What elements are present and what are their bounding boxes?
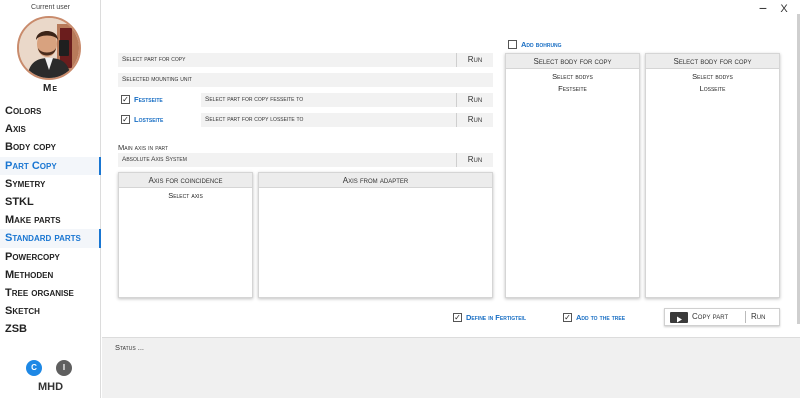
- brand-label: MHD: [37, 381, 64, 393]
- add-to-tree-checkbox[interactable]: ✓: [563, 313, 572, 322]
- user-name: Me: [43, 83, 58, 94]
- sidebar-item-symetry[interactable]: Symetry: [0, 175, 101, 193]
- sidebar-item-powercopy[interactable]: Powercopy: [0, 248, 101, 266]
- copy-part-button[interactable]: Copy part: [692, 309, 728, 325]
- checkmark-icon: ✓: [122, 115, 129, 124]
- checkmark-icon: ✓: [122, 95, 129, 104]
- select-axis-item[interactable]: Select axis: [119, 190, 252, 202]
- c-button[interactable]: C: [26, 360, 42, 376]
- status-bar: Status ...: [102, 337, 800, 398]
- sidebar-item-axis[interactable]: Axis: [0, 120, 101, 138]
- festseite-label: Festseite: [134, 95, 163, 104]
- sidebar-item-body-copy[interactable]: Body copy: [0, 138, 101, 156]
- checkmark-icon: ✓: [454, 313, 461, 322]
- i-button[interactable]: I: [56, 360, 72, 376]
- define-fertigteil-checkbox[interactable]: ✓: [453, 313, 462, 322]
- copy-part-group: Copy part Run: [664, 308, 780, 326]
- axis-coincidence-header: Axis for coincidence: [119, 173, 252, 188]
- sidebar-item-sketch[interactable]: Sketch: [0, 302, 101, 320]
- axis-system-run-button[interactable]: Run: [456, 153, 493, 167]
- festseite-field-text: Select part for copy fesseite to: [205, 96, 304, 103]
- bohrung-checkbox[interactable]: [508, 40, 517, 49]
- axis-adapter-panel[interactable]: Axis from adapter: [258, 172, 493, 298]
- body-losseite-panel[interactable]: Select body for copy Select bodys Lossei…: [645, 53, 780, 298]
- play-icon: [677, 316, 682, 323]
- sidebar-item-methoden[interactable]: Methoden: [0, 266, 101, 284]
- losseite-field-text: Select part for copy losseite to: [205, 116, 304, 123]
- sidebar-item-tree-organise[interactable]: Tree organise: [0, 284, 101, 302]
- sidebar-round-buttons: C I: [26, 360, 76, 378]
- losseite-label: Lostseite: [134, 115, 164, 124]
- festseite-run-button[interactable]: Run: [456, 93, 493, 107]
- close-button[interactable]: X: [778, 3, 790, 15]
- axis-system-row: Absolute Axis System Run: [118, 153, 493, 167]
- losseite-checkbox[interactable]: ✓: [121, 115, 130, 124]
- losseite-field[interactable]: Select part for copy losseite to Run: [201, 113, 493, 127]
- bohrung-label: Add bohrung: [521, 40, 562, 49]
- minimize-button[interactable]: −: [756, 0, 770, 16]
- select-part-label: Select part for copy: [122, 56, 186, 63]
- checkmark-icon: ✓: [564, 313, 571, 322]
- sidebar-nav: Colors Axis Body copy Part Copy Symetry …: [0, 102, 101, 338]
- axis-coincidence-panel[interactable]: Axis for coincidence Select axis: [118, 172, 253, 298]
- define-fertigteil-label: Define in Fertigteil: [466, 313, 526, 322]
- select-bodys-item[interactable]: Select bodys: [506, 71, 639, 83]
- user-photo: [19, 18, 79, 78]
- status-text: Status ...: [115, 343, 144, 352]
- sidebar-item-zsb[interactable]: ZSB: [0, 320, 101, 338]
- mounting-unit-label: Selected mounting unit: [122, 76, 192, 83]
- sidebar-item-standard-parts[interactable]: Standard parts: [0, 229, 101, 248]
- body-festseite-header: Select body for copy: [506, 54, 639, 69]
- festseite-field[interactable]: Select part for copy fesseite to Run: [201, 93, 493, 107]
- sidebar: Current user Me Colors Axis Body copy Pa…: [0, 0, 101, 398]
- separator: [745, 311, 746, 323]
- run-button[interactable]: Run: [751, 309, 765, 325]
- main-axis-label: Main axis in part: [118, 143, 169, 152]
- app-window: Current user Me Colors Axis Body copy Pa…: [0, 0, 800, 398]
- play-button[interactable]: [670, 312, 688, 323]
- select-part-row: Select part for copy Run: [118, 53, 493, 67]
- sidebar-item-colors[interactable]: Colors: [0, 102, 101, 120]
- axis-system-label: Absolute Axis System: [122, 156, 187, 163]
- body-festseite-panel[interactable]: Select body for copy Select bodys Festse…: [505, 53, 640, 298]
- festseite-item[interactable]: Festseite: [506, 83, 639, 95]
- body-losseite-header: Select body for copy: [646, 54, 779, 69]
- select-part-run-button[interactable]: Run: [456, 53, 493, 67]
- axis-adapter-header: Axis from adapter: [259, 173, 492, 188]
- sidebar-item-part-copy[interactable]: Part Copy: [0, 156, 101, 175]
- sidebar-item-make-parts[interactable]: Make parts: [0, 211, 101, 229]
- sidebar-item-stkl[interactable]: STKL: [0, 193, 101, 211]
- avatar[interactable]: [17, 16, 81, 80]
- current-user-label: Current user: [31, 4, 70, 11]
- losseite-item[interactable]: Losseite: [646, 83, 779, 95]
- festseite-checkbox[interactable]: ✓: [121, 95, 130, 104]
- mounting-unit-row[interactable]: Selected mounting unit: [118, 73, 493, 87]
- losseite-run-button[interactable]: Run: [456, 113, 493, 127]
- add-to-tree-label: Add to the tree: [576, 313, 626, 322]
- select-bodys-item[interactable]: Select bodys: [646, 71, 779, 83]
